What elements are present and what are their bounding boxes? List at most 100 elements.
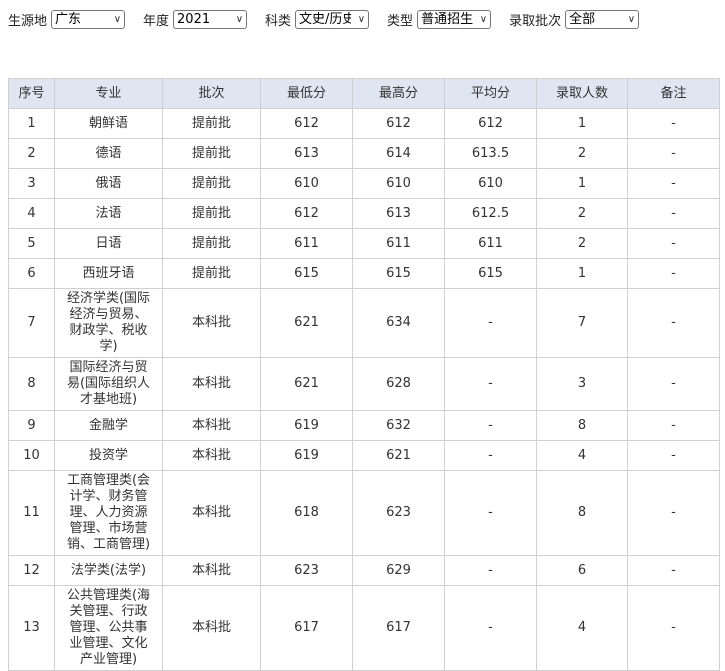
table-cell: 提前批 [162, 108, 261, 139]
table-cell: 1 [8, 108, 55, 139]
chevron-down-icon: ∨ [113, 10, 122, 28]
table-cell: 3 [8, 168, 55, 199]
table-cell: 4 [536, 440, 628, 471]
table-cell: 朝鲜语 [54, 108, 163, 139]
table-cell: 612 [444, 108, 537, 139]
table-cell: 本科批 [162, 410, 261, 441]
table-cell: 本科批 [162, 440, 261, 471]
column-header: 录取人数 [536, 78, 628, 109]
filter-bar: 生源地 广东 ∨ 年度 2021 ∨ 科类 文史/历史 ∨ 类型 普通招生 ∨ 录取批次 全部 ∨ [8, 9, 657, 29]
filter-select-value: 2021 [177, 11, 211, 27]
table-cell: 13 [8, 585, 55, 671]
table-cell: 612 [260, 198, 353, 229]
filter-label: 录取批次 [509, 13, 562, 29]
table-cell: - [444, 410, 537, 441]
table-cell: 612.5 [444, 198, 537, 229]
column-header: 最高分 [352, 78, 445, 109]
table-cell: 西班牙语 [54, 258, 163, 289]
table-cell: - [627, 357, 720, 411]
table-cell: 7 [8, 288, 55, 358]
table-cell: 615 [352, 258, 445, 289]
table-cell: 611 [260, 228, 353, 259]
table-cell: 1 [536, 168, 628, 199]
table-cell: 8 [536, 470, 628, 556]
table-row: 6 西班牙语 提前批 615 615 615 1- [8, 258, 720, 289]
table-cell: 2 [536, 228, 628, 259]
table-cell: 公共管理类(海关管理、行政管理、公共事业管理、文化产业管理) [54, 585, 163, 671]
table-row: 10 投资学 本科批 619 621-4- [8, 440, 720, 471]
table-cell: 3 [536, 357, 628, 411]
table-cell: - [444, 357, 537, 411]
column-header: 序号 [8, 78, 55, 109]
table-cell: - [627, 440, 720, 471]
table-cell: 617 [260, 585, 353, 671]
column-header: 专业 [54, 78, 163, 109]
filter-select[interactable]: 广东 ∨ [51, 9, 126, 29]
table-cell: 本科批 [162, 288, 261, 358]
filter-label: 类型 [387, 13, 414, 29]
admission-scores-table: 序号 专业 批次 最低分 最高分 平均分 录取人数 备注 1 朝鲜语 提前批 612 612 612 1-… [8, 78, 720, 671]
table-cell: 2 [536, 198, 628, 229]
table-cell: 提前批 [162, 168, 261, 199]
filter-label: 科类 [265, 13, 292, 29]
chevron-down-icon: ∨ [357, 10, 366, 28]
table-cell: 9 [8, 410, 55, 441]
table-header-row: 序号 专业 批次 最低分 最高分 平均分 录取人数 备注 [8, 78, 720, 109]
table-cell: - [444, 585, 537, 671]
filter-select[interactable]: 2021 ∨ [173, 9, 248, 29]
table-cell: 7 [536, 288, 628, 358]
table-cell: 8 [536, 410, 628, 441]
table-cell: - [627, 470, 720, 556]
table-row: 5 日语 提前批 611 611 611 2- [8, 228, 720, 259]
table-cell: 提前批 [162, 258, 261, 289]
table-cell: 法语 [54, 198, 163, 229]
table-cell: 10 [8, 440, 55, 471]
table-cell: 623 [352, 470, 445, 556]
table-cell: 提前批 [162, 138, 261, 169]
table-cell: - [627, 288, 720, 358]
filter-select[interactable]: 普通招生 ∨ [417, 9, 492, 29]
column-header: 平均分 [444, 78, 537, 109]
table-cell: 提前批 [162, 228, 261, 259]
table-cell: 615 [444, 258, 537, 289]
table-cell: 614 [352, 138, 445, 169]
table-row: 13 公共管理类(海关管理、行政管理、公共事业管理、文化产业管理) 本科批 617 61… [8, 585, 720, 671]
table-cell: - [627, 108, 720, 139]
table-cell: 610 [352, 168, 445, 199]
table-row: 11 工商管理类(会计学、财务管理、人力资源管理、市场营销、工商管理) 本科批 618… [8, 470, 720, 556]
table-cell: 俄语 [54, 168, 163, 199]
table-cell: - [627, 168, 720, 199]
table-cell: 国际经济与贸易(国际组织人才基地班) [54, 357, 163, 411]
table-cell: - [444, 440, 537, 471]
table-row: 2 德语 提前批 613 614 613.5 2- [8, 138, 720, 169]
table-cell: 8 [8, 357, 55, 411]
filter-select-value: 广东 [55, 11, 82, 27]
table-cell: 613.5 [444, 138, 537, 169]
table-cell: 12 [8, 555, 55, 586]
table-cell: - [627, 410, 720, 441]
table-cell: 610 [444, 168, 537, 199]
filter-select-value: 文史/历史 [299, 11, 352, 27]
table-cell: 628 [352, 357, 445, 411]
table-cell: 德语 [54, 138, 163, 169]
filter-select-value: 普通招生 [421, 11, 474, 27]
table-cell: 1 [536, 108, 628, 139]
table-cell: 5 [8, 228, 55, 259]
table-cell: 621 [260, 288, 353, 358]
filter-select[interactable]: 全部 ∨ [565, 9, 640, 29]
table-row: 7 经济学类(国际经济与贸易、财政学、税收学) 本科批 621 634-7- [8, 288, 720, 358]
table-row: 9 金融学 本科批 619 632-8- [8, 410, 720, 441]
filter-label: 年度 [143, 13, 170, 29]
filter-label: 生源地 [8, 13, 48, 29]
table-cell: 提前批 [162, 198, 261, 229]
table-cell: 经济学类(国际经济与贸易、财政学、税收学) [54, 288, 163, 358]
table-cell: 611 [444, 228, 537, 259]
table-row: 12 法学类(法学) 本科批 623 629-6- [8, 555, 720, 586]
filter-select[interactable]: 文史/历史 ∨ [295, 9, 370, 29]
table-row: 4 法语 提前批 612 613 612.5 2- [8, 198, 720, 229]
table-cell: 6 [536, 555, 628, 586]
table-cell: 619 [260, 440, 353, 471]
filter-select-value: 全部 [569, 11, 596, 27]
table-cell: 2 [8, 138, 55, 169]
table-cell: 投资学 [54, 440, 163, 471]
